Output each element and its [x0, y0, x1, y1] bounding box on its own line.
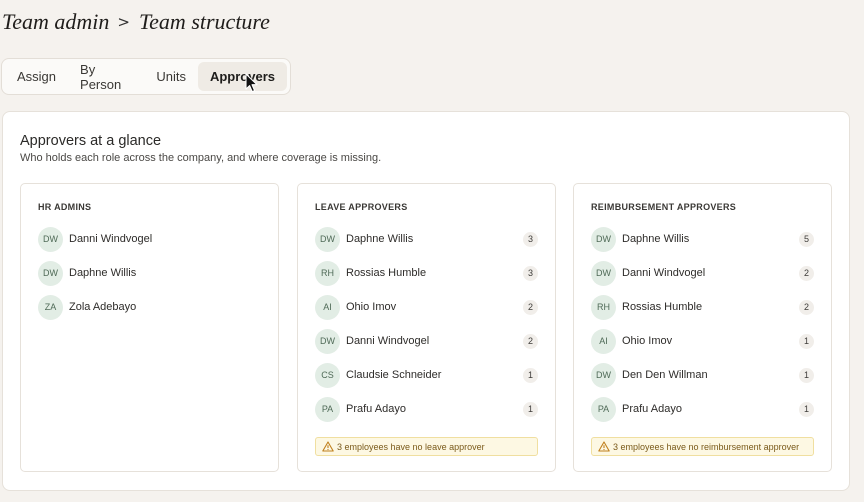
count-badge: 1: [799, 401, 814, 417]
person-name: Prafu Adayo: [622, 403, 682, 415]
avatar: AI: [315, 294, 340, 320]
warning-triangle-icon: [322, 441, 334, 452]
avatar: DW: [591, 260, 616, 286]
count-badge: 5: [799, 231, 814, 247]
card-hr-admins: HR ADMINS DW Danni Windvogel DW Daphne W…: [20, 183, 279, 472]
list-item[interactable]: DW Den Den Willman 1: [591, 362, 814, 388]
card-title: REIMBURSEMENT APPROVERS: [591, 202, 737, 212]
avatar: RH: [315, 260, 340, 286]
list-item[interactable]: RH Rossias Humble 2: [591, 294, 814, 320]
count-badge: 2: [523, 333, 538, 349]
count-badge: 1: [799, 333, 814, 349]
list-item[interactable]: DW Daphne Willis: [38, 260, 261, 286]
person-name: Ohio Imov: [622, 335, 673, 347]
tab-approvers[interactable]: Approvers: [197, 62, 287, 91]
tab-units[interactable]: Units: [144, 62, 198, 91]
avatar: DW: [315, 328, 340, 354]
person-name: Rossias Humble: [622, 301, 703, 313]
count-badge: 1: [523, 401, 538, 417]
person-name: Den Den Willman: [622, 369, 708, 381]
count-badge: 2: [523, 299, 538, 315]
card-title: LEAVE APPROVERS: [315, 202, 408, 212]
avatar: AI: [591, 328, 616, 354]
coverage-warning: 3 employees have no reimbursement approv…: [591, 437, 814, 456]
page-title: Team structure: [138, 9, 270, 34]
mouse-pointer-icon: [245, 73, 258, 93]
person-name: Daphne Willis: [622, 233, 690, 245]
avatar: PA: [591, 396, 616, 422]
person-name: Danni Windvogel: [346, 335, 430, 347]
avatar: ZA: [38, 294, 63, 320]
list-item[interactable]: DW Daphne Willis 3: [315, 226, 538, 252]
person-name: Danni Windvogel: [69, 233, 153, 245]
person-name: Ohio Imov: [346, 301, 397, 313]
avatar: DW: [315, 226, 340, 252]
avatar: DW: [38, 226, 63, 252]
avatar: DW: [591, 226, 616, 252]
card-leave-approvers: LEAVE APPROVERS DW Daphne Willis 3 RH Ro…: [297, 183, 556, 472]
panel-title: Approvers at a glance: [20, 133, 162, 149]
coverage-warning: 3 employees have no leave approver: [315, 437, 538, 456]
panel-subtitle: Who holds each role across the company, …: [20, 152, 382, 164]
count-badge: 2: [799, 299, 814, 315]
list-item[interactable]: CS Claudsie Schneider 1: [315, 362, 538, 388]
person-name: Prafu Adayo: [346, 403, 406, 415]
person-name: Zola Adebayo: [69, 301, 137, 313]
count-badge: 2: [799, 265, 814, 281]
list-item[interactable]: PA Prafu Adayo 1: [591, 396, 814, 422]
list-item[interactable]: DW Daphne Willis 5: [591, 226, 814, 252]
list-item[interactable]: DW Danni Windvogel: [38, 226, 261, 252]
person-name: Rossias Humble: [346, 267, 427, 279]
tab-by-person[interactable]: By Person: [68, 62, 144, 92]
warning-text: 3 employees have no leave approver: [337, 441, 485, 452]
person-name: Daphne Willis: [69, 267, 137, 279]
list-item[interactable]: PA Prafu Adayo 1: [315, 396, 538, 422]
card-reimbursement-approvers: REIMBURSEMENT APPROVERS DW Daphne Willis…: [573, 183, 832, 472]
person-name: Daphne Willis: [346, 233, 414, 245]
list-item[interactable]: RH Rossias Humble 3: [315, 260, 538, 286]
warning-text: 3 employees have no reimbursement approv…: [613, 441, 800, 452]
count-badge: 1: [799, 367, 814, 383]
person-name: Danni Windvogel: [622, 267, 706, 279]
avatar: RH: [591, 294, 616, 320]
breadcrumb-root[interactable]: Team admin: [2, 9, 109, 35]
chevron-right-icon: >: [117, 13, 130, 31]
count-badge: 3: [523, 231, 538, 247]
person-name: Claudsie Schneider: [346, 369, 442, 381]
avatar: DW: [591, 362, 616, 388]
card-title: HR ADMINS: [38, 202, 92, 212]
approvers-panel: Approvers at a glance Who holds each rol…: [2, 111, 850, 491]
list-item[interactable]: AI Ohio Imov 2: [315, 294, 538, 320]
avatar: PA: [315, 396, 340, 422]
avatar: DW: [38, 260, 63, 286]
warning-triangle-icon: [598, 441, 610, 452]
tab-assign[interactable]: Assign: [5, 62, 68, 91]
count-badge: 3: [523, 265, 538, 281]
list-item[interactable]: DW Danni Windvogel 2: [591, 260, 814, 286]
breadcrumb: Team admin > Team structure: [2, 9, 270, 35]
list-item[interactable]: ZA Zola Adebayo: [38, 294, 261, 320]
list-item[interactable]: AI Ohio Imov 1: [591, 328, 814, 354]
list-item[interactable]: DW Danni Windvogel 2: [315, 328, 538, 354]
avatar: CS: [315, 362, 340, 388]
count-badge: 1: [523, 367, 538, 383]
